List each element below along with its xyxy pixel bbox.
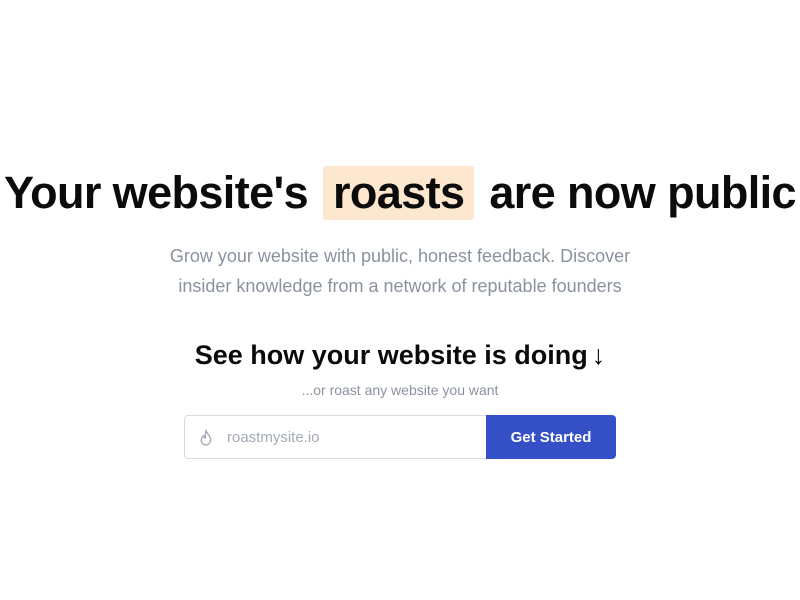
landing-page: Your website's roasts are now public Gro… (0, 0, 800, 600)
cta-heading-text: See how your website is doing (194, 340, 588, 370)
hero-title: Your website's roasts are now public (0, 166, 800, 220)
hero-title-after: are now public (489, 167, 796, 218)
hero-subtitle: Grow your website with public, honest fe… (100, 241, 700, 301)
cta-heading: See how your website is doing ↓ (0, 336, 800, 374)
flame-icon (199, 429, 213, 447)
url-input[interactable] (227, 416, 477, 458)
cta-subheading: ...or roast any website you want (301, 382, 499, 398)
hero-subtitle-line-1: Grow your website with public, honest fe… (169, 246, 631, 266)
get-started-button[interactable]: Get Started (486, 415, 616, 459)
hero-title-before: Your website's (4, 167, 309, 218)
hero-subtitle-line-2: insider knowledge from a network of repu… (178, 276, 622, 296)
url-input-wrapper[interactable] (184, 415, 486, 459)
arrow-down-icon: ↓ (591, 340, 606, 370)
roast-form: Get Started (184, 415, 616, 459)
hero-title-highlight: roasts (322, 166, 475, 220)
